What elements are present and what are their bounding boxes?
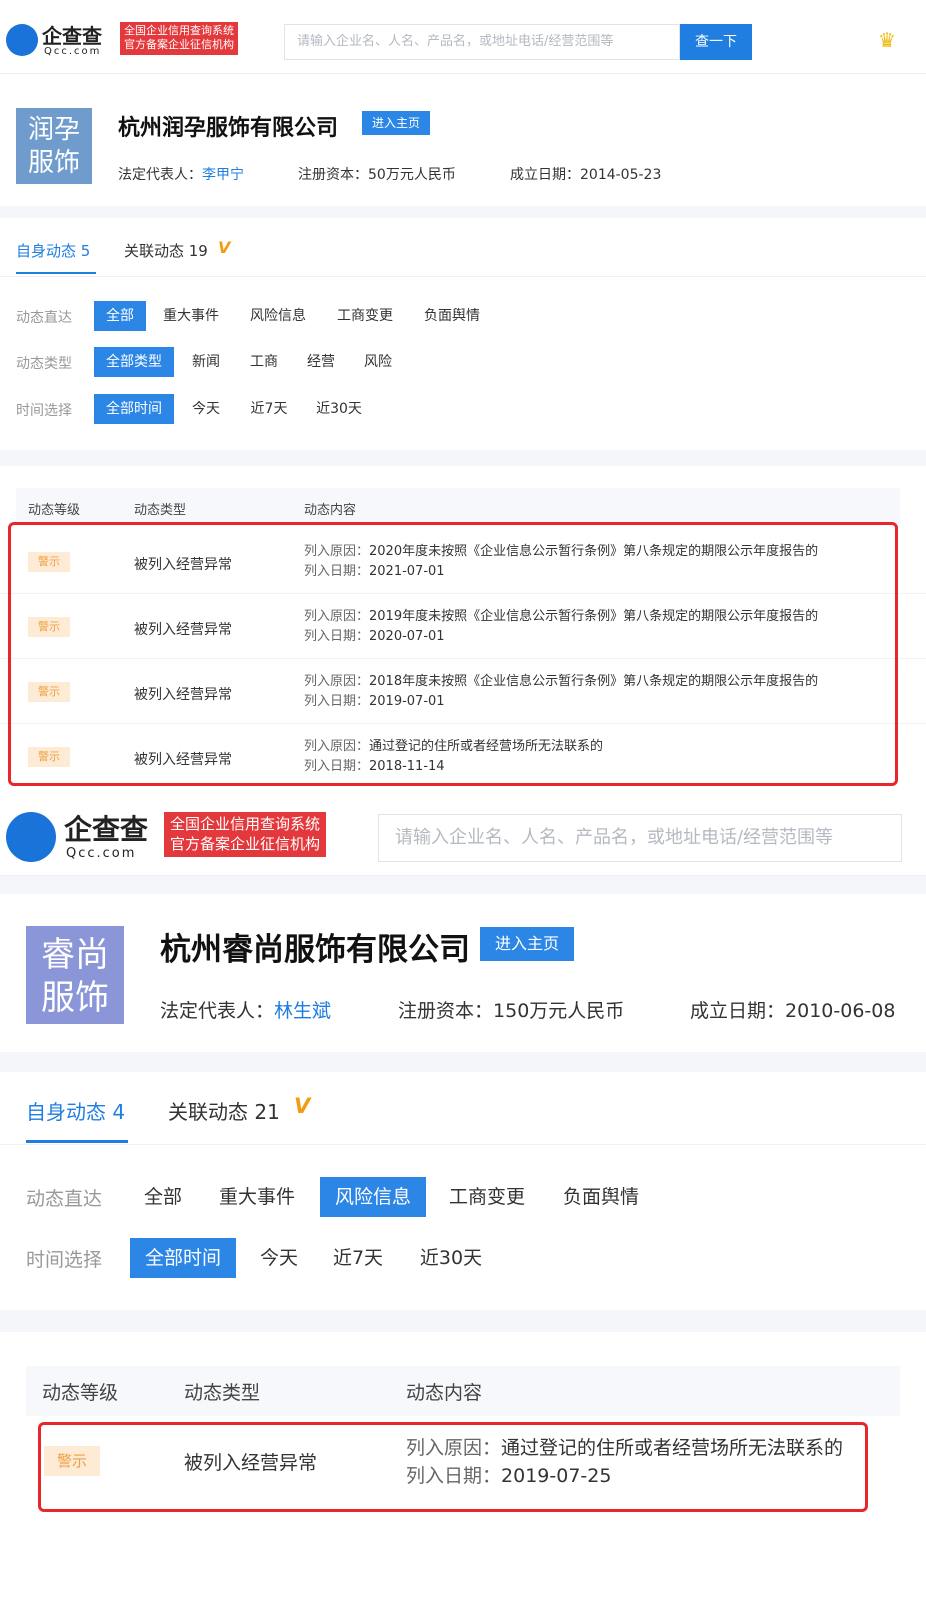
section-divider-2 [0,1052,926,1072]
badge-line-2: 官方备案企业征信机构 [124,38,234,52]
filter-time-7days[interactable]: 近7天 [242,394,296,424]
section-divider [0,876,926,894]
enter-home-button[interactable]: 进入主页 [480,927,574,961]
capital-label: 注册资本： [398,1000,494,1022]
legal-rep-label: 法定代表人： [118,167,202,183]
section-divider-2 [0,450,926,466]
tab-active-indicator [16,272,96,274]
founded-date: 成立日期：2014-05-23 [510,164,661,184]
filter-label-time: 时间选择 [16,403,72,419]
capital-label: 注册资本： [298,167,368,183]
logo-sub: Qcc.com [44,46,102,57]
vip-icon: V [218,238,231,257]
filter-direct-negative[interactable]: 负面舆情 [552,1177,650,1217]
tab-active-indicator [26,1140,128,1143]
registered-capital: 注册资本：150万元人民币 [398,996,624,1023]
filter-direct-all[interactable]: 全部 [134,1177,192,1217]
search-input[interactable]: 请输入企业名、人名、产品名，或地址电话/经营范围等 [284,24,680,60]
th-content: 动态内容 [406,1382,483,1404]
company-logo-line-2: 服饰 [41,977,109,1018]
logo-brand[interactable]: 企查查 [42,20,102,49]
filter-time-7days[interactable]: 近7天 [322,1238,394,1278]
filter-type-risk[interactable]: 风险 [356,347,400,377]
tab-related-dynamics[interactable]: 关联动态 21 [168,1096,280,1125]
logo-sub: Qcc.com [66,846,137,861]
legal-rep: 法定代表人：李甲宁 [118,164,244,184]
tabs-divider [0,276,926,277]
company-panel-ruishang: 企查查 Qcc.com 全国企业信用查询系统 官方备案企业征信机构 请输入企业名… [0,800,926,1600]
th-content: 动态内容 [304,503,357,518]
qcc-logo-icon[interactable] [6,24,38,56]
filter-direct-risk[interactable]: 风险信息 [243,301,313,331]
filter-type-operation[interactable]: 经营 [299,347,343,377]
tabs-divider [0,1144,926,1145]
top-header: 企查查 Qcc.com 全国企业信用查询系统 官方备案企业征信机构 请输入企业名… [0,800,926,876]
founded-label: 成立日期： [510,167,580,183]
official-badge: 全国企业信用查询系统 官方备案企业征信机构 [164,812,327,857]
company-logo: 润孕 服饰 [16,108,92,184]
highlight-box [38,1422,868,1512]
registered-capital: 注册资本：50万元人民币 [298,164,456,184]
th-level: 动态等级 [42,1382,119,1404]
company-name: 杭州睿尚服饰有限公司 [160,932,470,968]
badge-line-2: 官方备案企业征信机构 [170,834,321,853]
official-badge: 全国企业信用查询系统 官方备案企业征信机构 [120,22,238,55]
company-logo-line-1: 润孕 [27,115,80,145]
founded-value: 2010-06-08 [785,1000,896,1022]
crown-icon[interactable]: ♛ [878,28,896,52]
filter-direct-change[interactable]: 工商变更 [330,301,400,331]
company-name: 杭州润孕服饰有限公司 [118,116,339,141]
th-level: 动态等级 [28,503,81,518]
tab-related-dynamics[interactable]: 关联动态 19 [124,240,208,261]
section-divider [0,206,926,218]
filter-direct-major[interactable]: 重大事件 [156,301,226,331]
company-logo-line-1: 睿尚 [41,935,109,975]
filter-time-today[interactable]: 今天 [248,1238,310,1278]
badge-line-1: 全国企业信用查询系统 [124,24,234,37]
search-button[interactable]: 查一下 [680,24,752,60]
qcc-logo-icon[interactable] [6,812,56,862]
highlight-box [8,522,898,786]
filter-label-type: 动态类型 [16,356,72,372]
filter-direct-change[interactable]: 工商变更 [438,1177,536,1217]
filter-direct-risk[interactable]: 风险信息 [320,1177,426,1217]
legal-rep-label: 法定代表人： [160,1000,275,1022]
filter-time-30days[interactable]: 近30天 [308,394,370,424]
founded-label: 成立日期： [690,1000,786,1022]
filter-type-business[interactable]: 工商 [242,347,286,377]
filter-label-time: 时间选择 [26,1249,103,1271]
legal-rep-link[interactable]: 李甲宁 [202,167,244,183]
tab-self-dynamics[interactable]: 自身动态 5 [16,240,90,261]
filter-direct-all[interactable]: 全部 [94,301,146,331]
search-input[interactable]: 请输入企业名、人名、产品名，或地址电话/经营范围等 [378,814,902,862]
th-type: 动态类型 [134,503,187,518]
filter-type-news[interactable]: 新闻 [184,347,228,377]
filter-label-direct: 动态直达 [26,1188,103,1210]
legal-rep-link[interactable]: 林生斌 [274,1000,331,1022]
tab-self-dynamics[interactable]: 自身动态 4 [26,1096,125,1125]
capital-value: 50万元人民币 [368,167,456,183]
filter-direct-major[interactable]: 重大事件 [208,1177,306,1217]
company-logo: 睿尚 服饰 [26,926,124,1024]
section-divider-3 [0,1310,926,1332]
top-header: 企查查 Qcc.com 全国企业信用查询系统 官方备案企业征信机构 请输入企业名… [0,0,926,74]
company-panel-runyun: 企查查 Qcc.com 全国企业信用查询系统 官方备案企业征信机构 请输入企业名… [0,0,926,800]
badge-line-1: 全国企业信用查询系统 [170,815,321,833]
filter-time-today[interactable]: 今天 [184,394,228,424]
enter-home-button[interactable]: 进入主页 [362,111,430,135]
filter-time-all[interactable]: 全部时间 [94,394,174,424]
logo-brand[interactable]: 企查查 [64,808,148,848]
th-type: 动态类型 [184,1382,261,1404]
capital-value: 150万元人民币 [493,1000,625,1022]
company-logo-line-2: 服饰 [27,147,80,178]
filter-label-direct: 动态直达 [16,310,72,326]
founded-value: 2014-05-23 [580,167,662,183]
filter-direct-negative[interactable]: 负面舆情 [417,301,487,331]
filter-time-30days[interactable]: 近30天 [408,1238,494,1278]
filter-type-all[interactable]: 全部类型 [94,347,174,377]
legal-rep: 法定代表人：林生斌 [160,996,331,1023]
vip-icon: V [294,1094,311,1118]
founded-date: 成立日期：2010-06-08 [690,996,895,1023]
filter-time-all[interactable]: 全部时间 [130,1238,236,1278]
